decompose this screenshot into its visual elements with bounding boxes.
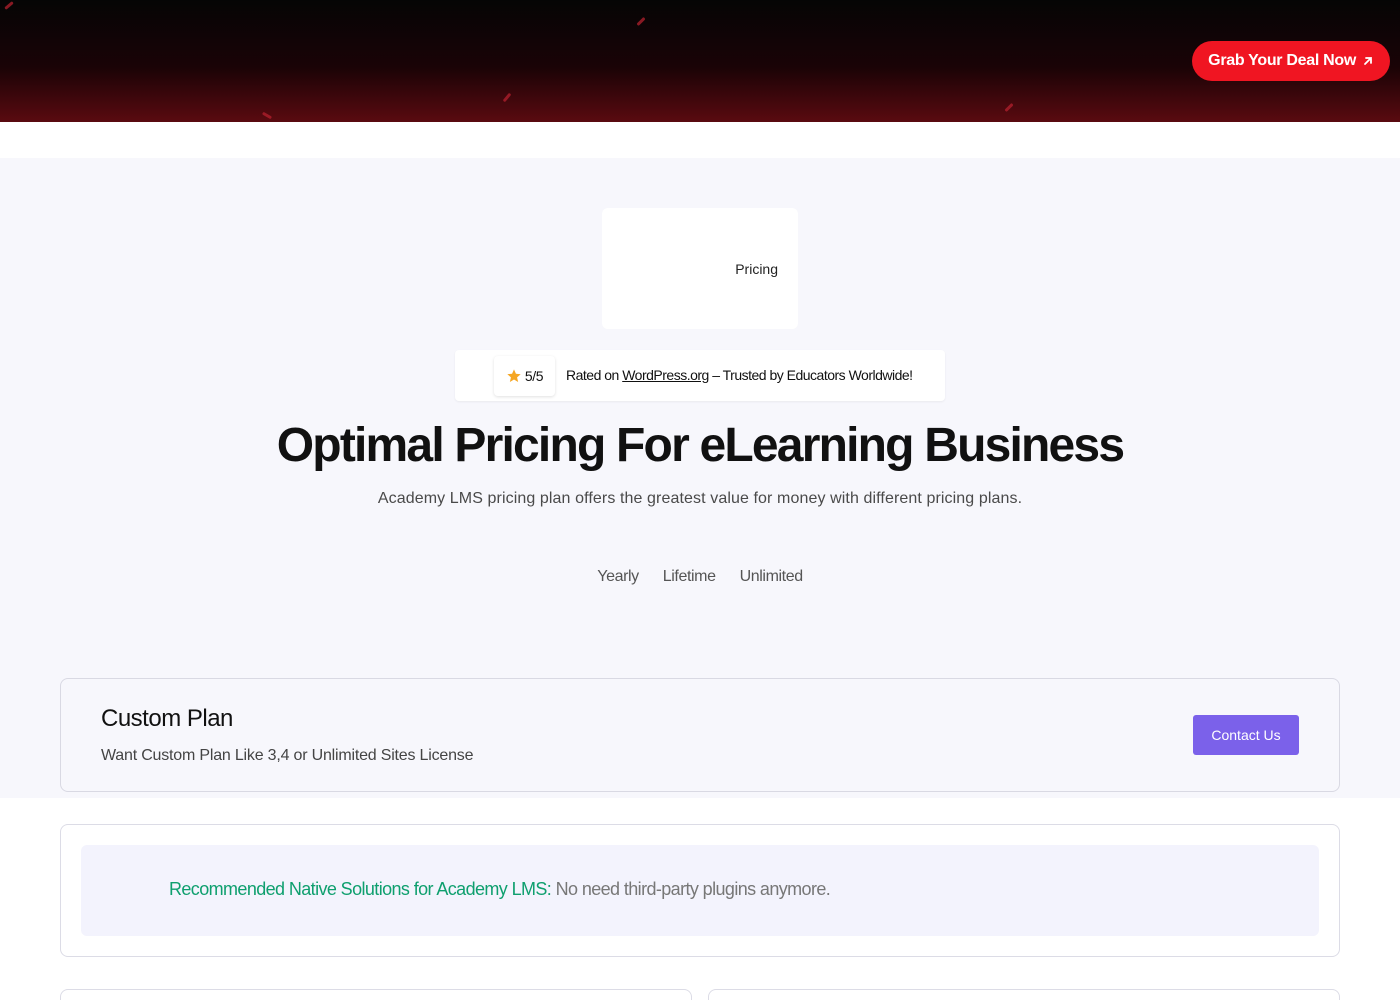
rating-bar: 5/5 Rated on WordPress.org – Trusted by … [455, 350, 945, 401]
rating-score-value: 5/5 [524, 368, 544, 384]
grab-deal-button[interactable]: Grab Your Deal Now [1192, 41, 1390, 81]
contact-us-button[interactable]: Contact Us [1193, 715, 1299, 755]
ember-decoration [1004, 102, 1014, 113]
billing-period-tabs: Yearly Lifetime Unlimited [0, 568, 1400, 586]
tab-lifetime[interactable]: Lifetime [651, 568, 728, 586]
plan-card-right [708, 989, 1340, 1000]
rating-suffix: – Trusted by Educators Worldwide! [708, 367, 913, 383]
rating-text: Rated on WordPress.org – Trusted by Educ… [566, 367, 913, 383]
recommendation-card: Recommended Native Solutions for Academy… [60, 824, 1340, 957]
ember-decoration [502, 92, 512, 103]
arrow-up-right-icon [1364, 57, 1372, 65]
recommendation-highlight: Recommended Native Solutions for Academy… [169, 879, 552, 899]
promo-banner: Grab Your Deal Now [0, 0, 1400, 122]
recommendation-banner: Recommended Native Solutions for Academy… [81, 845, 1319, 936]
ember-decoration [636, 16, 646, 27]
pricing-chip: Pricing [602, 208, 798, 329]
recommendation-text: Recommended Native Solutions for Academy… [169, 879, 831, 900]
page-subtitle: Academy LMS pricing plan offers the grea… [377, 490, 1023, 507]
page-title: Optimal Pricing For eLearning Business [276, 419, 1125, 472]
custom-plan-card: Custom Plan Want Custom Plan Like 3,4 or… [60, 678, 1340, 792]
plan-card-left [60, 989, 692, 1000]
recommendation-note: No need third-party plugins anymore. [551, 879, 831, 899]
tab-unlimited[interactable]: Unlimited [728, 568, 815, 586]
rating-score: 5/5 [494, 356, 555, 396]
grab-deal-label: Grab Your Deal Now [1208, 52, 1356, 69]
star-icon [507, 369, 521, 382]
ember-decoration [261, 111, 273, 120]
ember-decoration [4, 1, 14, 10]
custom-plan-title: Custom Plan [101, 705, 233, 732]
pricing-chip-label: Pricing [735, 261, 778, 277]
custom-plan-description: Want Custom Plan Like 3,4 or Unlimited S… [101, 747, 474, 764]
rating-prefix: Rated on [566, 367, 623, 383]
wordpress-link[interactable]: WordPress.org [622, 367, 709, 383]
tab-yearly[interactable]: Yearly [585, 568, 650, 586]
